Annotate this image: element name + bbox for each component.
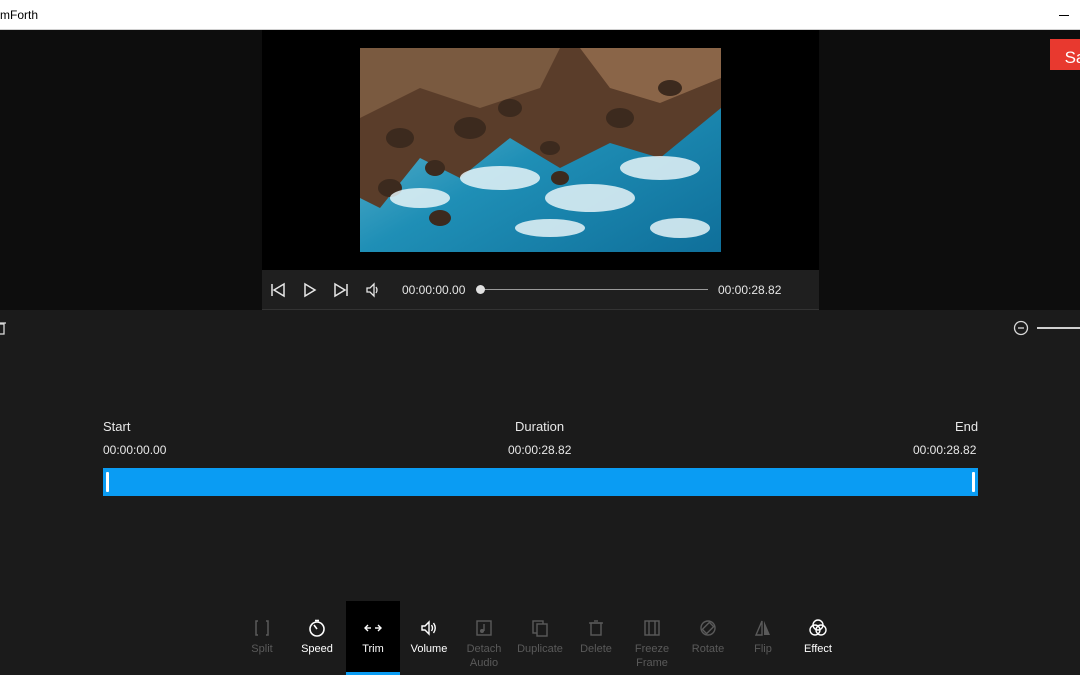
split-label: Split [251, 643, 273, 655]
effect-button[interactable]: Effect [791, 601, 845, 675]
trash-icon[interactable] [0, 320, 6, 336]
trim-start-handle[interactable] [106, 472, 109, 492]
volume-icon[interactable] [363, 280, 383, 300]
video-frame [360, 48, 721, 252]
detach-audio-label-line2: Audio [469, 657, 499, 669]
rotate-button[interactable]: Rotate [681, 601, 735, 675]
trim-range-bar[interactable] [103, 468, 978, 496]
trim-duration-label: Duration [515, 419, 565, 434]
playback-controls: 00:00:00.00 00:00:28.82 [262, 270, 819, 310]
split-button[interactable]: Split [235, 601, 289, 675]
trim-end-label: End [955, 419, 979, 434]
window-title: mForth [0, 8, 39, 22]
trim-end-value: 00:00:28.82 [913, 443, 977, 457]
duplicate-icon [532, 620, 548, 637]
skip-to-end-icon[interactable] [331, 280, 351, 300]
title-bar: mForth [0, 0, 1080, 30]
trim-end-handle[interactable] [972, 472, 975, 492]
freeze-frame-label: Freeze Frame [625, 642, 679, 670]
speed-icon [309, 619, 325, 637]
volume-tool-icon [421, 620, 436, 636]
save-button[interactable]: Sa [1050, 39, 1080, 70]
flip-label: Flip [754, 643, 772, 655]
trim-icon [364, 624, 382, 632]
delete-button[interactable]: Delete [569, 601, 623, 675]
minimize-button[interactable] [1053, 7, 1075, 23]
trim-duration-value: 00:00:28.82 [508, 443, 572, 457]
trim-start-label: Start [103, 419, 131, 434]
flip-icon [754, 620, 770, 636]
current-time: 00:00:00.00 [402, 283, 466, 297]
detach-audio-button[interactable]: Detach Audio [457, 601, 511, 675]
detach-audio-label-line1: Detach [466, 643, 502, 655]
detach-audio-icon [476, 620, 492, 636]
play-icon[interactable] [299, 280, 319, 300]
trim-start-value: 00:00:00.00 [103, 443, 167, 457]
duplicate-button[interactable]: Duplicate [513, 601, 567, 675]
effect-icon [809, 619, 827, 636]
freeze-frame-label-line1: Freeze [634, 643, 670, 655]
seek-thumb[interactable] [476, 285, 485, 294]
duplicate-label: Duplicate [517, 643, 563, 655]
detach-audio-label: Detach Audio [457, 642, 511, 670]
speed-label: Speed [301, 643, 333, 655]
effect-label: Effect [804, 643, 832, 655]
freeze-frame-button[interactable]: Freeze Frame [625, 601, 679, 675]
skip-to-start-icon[interactable] [268, 280, 288, 300]
volume-label: Volume [410, 643, 448, 655]
seek-bar[interactable] [481, 289, 708, 290]
zoom-out-icon[interactable] [1013, 320, 1029, 336]
rotate-label: Rotate [691, 643, 725, 655]
flip-button[interactable]: Flip [736, 601, 790, 675]
video-thumbnail-image [360, 48, 721, 252]
delete-icon [589, 620, 603, 636]
volume-button[interactable]: Volume [402, 601, 456, 675]
total-time: 00:00:28.82 [718, 283, 782, 297]
trim-label: Trim [362, 643, 384, 655]
rotate-icon [700, 620, 716, 636]
split-icon [255, 620, 269, 636]
trim-button[interactable]: Trim [346, 601, 400, 675]
freeze-frame-icon [644, 620, 660, 636]
zoom-slider[interactable] [1037, 327, 1080, 329]
delete-label: Delete [580, 643, 612, 655]
freeze-frame-label-line2: Frame [636, 657, 668, 669]
speed-button[interactable]: Speed [290, 601, 344, 675]
